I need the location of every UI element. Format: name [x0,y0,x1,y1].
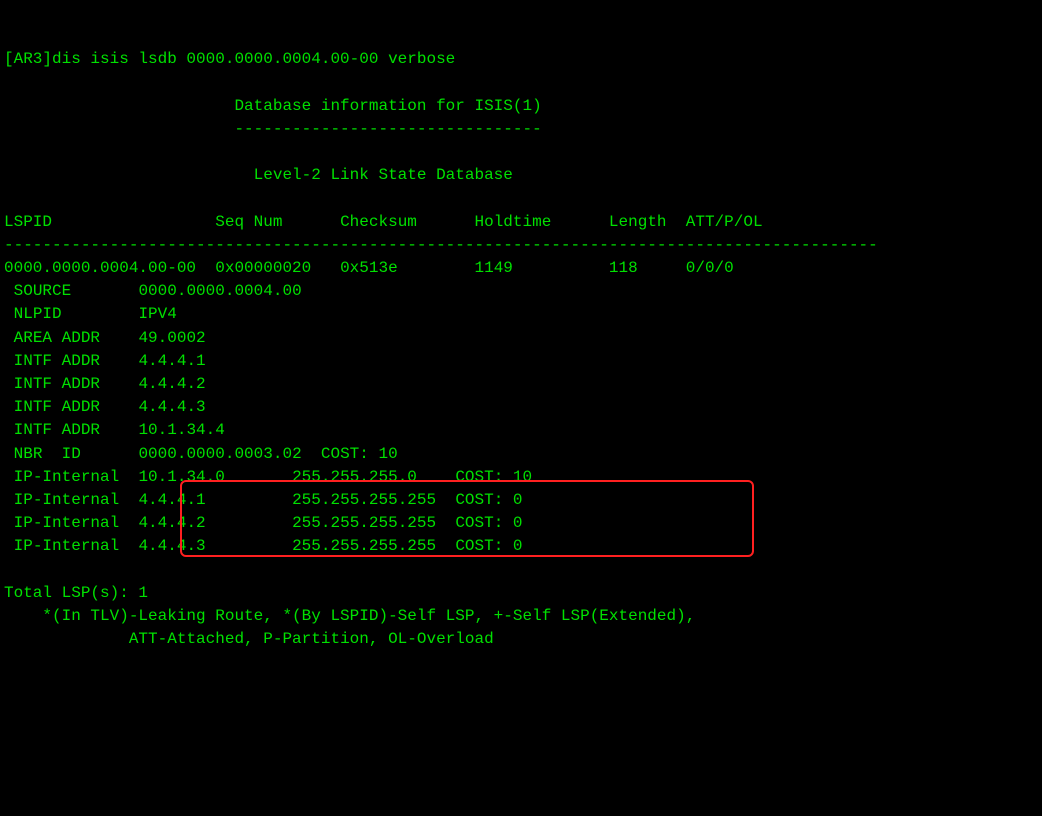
ip-internal-3-cost: COST: 0 [455,537,522,555]
ip-internal-0-mask: 255.255.255.0 [292,468,417,486]
field-intf3-label: INTF ADDR [14,398,100,416]
legend-2: ATT-Attached, P-Partition, OL-Overload [129,630,494,648]
separator: ----------------------------------------… [4,236,878,254]
field-nlpid-label: NLPID [14,305,62,323]
ip-internal-1-mask: 255.255.255.255 [292,491,436,509]
ip-internal-0-ip: 10.1.34.0 [138,468,224,486]
legend-1: *(In TLV)-Leaking Route, *(By LSPID)-Sel… [42,607,695,625]
field-intf2-value: 4.4.4.2 [138,375,205,393]
ip-internal-3-label: IP-Internal [14,537,120,555]
row-checksum: 0x513e [340,259,398,277]
field-source-value: 0000.0000.0004.00 [138,282,301,300]
ip-internal-3-ip: 4.4.4.3 [138,537,205,555]
field-nbr-label: NBR ID [14,445,81,463]
ip-internal-2-label: IP-Internal [14,514,120,532]
level-title: Level-2 Link State Database [254,166,513,184]
col-seqnum: Seq Num [215,213,282,231]
row-holdtime: 1149 [474,259,512,277]
row-seqnum: 0x00000020 [215,259,311,277]
field-nbr-value: 0000.0000.0003.02 [138,445,301,463]
db-info-title: Database information for ISIS(1) [234,97,541,115]
ip-internal-1-ip: 4.4.4.1 [138,491,205,509]
col-attpol: ATT/P/OL [686,213,763,231]
col-holdtime: Holdtime [475,213,552,231]
field-intf4-label: INTF ADDR [14,421,100,439]
field-intf1-value: 4.4.4.1 [138,352,205,370]
ip-internal-3-mask: 255.255.255.255 [292,537,436,555]
row-lspid: 0000.0000.0004.00-00 [4,259,196,277]
db-info-underline: -------------------------------- [234,120,541,138]
row-attpol: 0/0/0 [686,259,734,277]
total-lsps: Total LSP(s): 1 [4,584,148,602]
field-nbr-cost: COST: 10 [321,445,398,463]
field-intf3-value: 4.4.4.3 [138,398,205,416]
ip-internal-0-cost: COST: 10 [455,468,532,486]
field-intf1-label: INTF ADDR [14,352,100,370]
field-areaaddr-value: 49.0002 [138,329,205,347]
col-checksum: Checksum [340,213,417,231]
ip-internal-2-ip: 4.4.4.2 [138,514,205,532]
terminal-output: [AR3]dis isis lsdb 0000.0000.0004.00-00 … [4,25,1038,674]
command-line: [AR3]dis isis lsdb 0000.0000.0004.00-00 … [4,50,455,68]
ip-internal-0-label: IP-Internal [14,468,120,486]
field-source-label: SOURCE [14,282,72,300]
field-intf4-value: 10.1.34.4 [138,421,224,439]
ip-internal-1-label: IP-Internal [14,491,120,509]
field-nlpid-value: IPV4 [138,305,176,323]
field-intf2-label: INTF ADDR [14,375,100,393]
col-length: Length [609,213,667,231]
ip-internal-2-cost: COST: 0 [455,514,522,532]
field-areaaddr-label: AREA ADDR [14,329,100,347]
ip-internal-1-cost: COST: 0 [455,491,522,509]
col-lspid: LSPID [4,213,52,231]
ip-internal-2-mask: 255.255.255.255 [292,514,436,532]
row-length: 118 [609,259,638,277]
